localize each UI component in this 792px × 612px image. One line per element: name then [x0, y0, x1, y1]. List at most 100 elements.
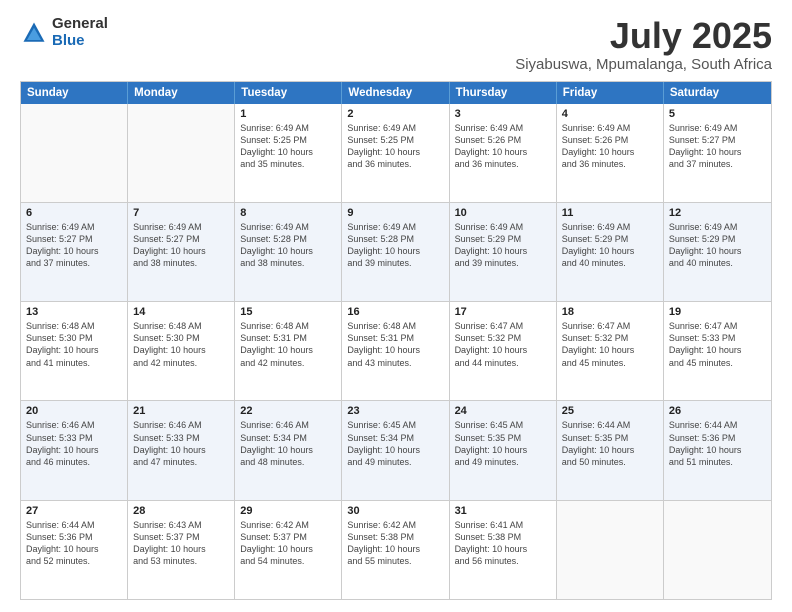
main-title: July 2025: [515, 16, 772, 56]
calendar-cell: 12Sunrise: 6:49 AM Sunset: 5:29 PM Dayli…: [664, 203, 771, 301]
subtitle: Siyabuswa, Mpumalanga, South Africa: [515, 56, 772, 73]
header-day-monday: Monday: [128, 82, 235, 104]
calendar-cell: 9Sunrise: 6:49 AM Sunset: 5:28 PM Daylig…: [342, 203, 449, 301]
day-number: 2: [347, 108, 443, 120]
calendar-cell: 22 Sunrise: 6:46 AM Sunset: 5:34 PM Dayli…: [235, 401, 342, 499]
title-block: July 2025 Siyabuswa, Mpumalanga, South A…: [515, 16, 772, 73]
cell-info: Sunrise: 6:47 AM Sunset: 5:33 PM Dayligh…: [669, 320, 766, 369]
calendar-cell: 16Sunrise: 6:48 AM Sunset: 5:31 PM Dayli…: [342, 302, 449, 400]
cell-info: Sunrise: 6:45 AM Sunset: 5:34 PM Dayligh…: [347, 419, 443, 468]
cell-info: Sunrise: 6:48 AM Sunset: 5:31 PM Dayligh…: [240, 320, 336, 369]
day-number: 25: [562, 405, 658, 417]
cell-info: Sunrise: 6:49 AM Sunset: 5:27 PM Dayligh…: [26, 221, 122, 270]
header-day-sunday: Sunday: [21, 82, 128, 104]
cell-info: Sunrise: 6:44 AM Sunset: 5:36 PM Dayligh…: [669, 419, 766, 468]
calendar-cell: 19 Sunrise: 6:47 AM Sunset: 5:33 PM Dayli…: [664, 302, 771, 400]
day-number: 13: [26, 306, 122, 318]
page: General Blue July 2025 Siyabuswa, Mpumal…: [0, 0, 792, 612]
cell-info: Sunrise: 6:49 AM Sunset: 5:28 PM Dayligh…: [347, 221, 443, 270]
day-number: 22: [240, 405, 336, 417]
calendar-cell: 8 Sunrise: 6:49 AM Sunset: 5:28 PM Daylig…: [235, 203, 342, 301]
day-number: 8: [240, 207, 336, 219]
logo-general: General: [52, 16, 108, 33]
cell-info: Sunrise: 6:47 AM Sunset: 5:32 PM Dayligh…: [455, 320, 551, 369]
cell-info: Sunrise: 6:41 AM Sunset: 5:38 PM Dayligh…: [455, 519, 551, 568]
cell-info: Sunrise: 6:49 AM Sunset: 5:25 PM Dayligh…: [347, 122, 443, 171]
cell-info: Sunrise: 6:46 AM Sunset: 5:33 PM Dayligh…: [26, 419, 122, 468]
cell-info: Sunrise: 6:49 AM Sunset: 5:29 PM Dayligh…: [455, 221, 551, 270]
cell-info: Sunrise: 6:48 AM Sunset: 5:31 PM Dayligh…: [347, 320, 443, 369]
cell-info: Sunrise: 6:49 AM Sunset: 5:29 PM Dayligh…: [562, 221, 658, 270]
cell-info: Sunrise: 6:49 AM Sunset: 5:28 PM Dayligh…: [240, 221, 336, 270]
calendar-row-1: 1 Sunrise: 6:49 AM Sunset: 5:25 PM Daylig…: [21, 104, 771, 202]
day-number: 18: [562, 306, 658, 318]
calendar-cell: 18 Sunrise: 6:47 AM Sunset: 5:32 PM Dayli…: [557, 302, 664, 400]
day-number: 3: [455, 108, 551, 120]
calendar-cell: 25 Sunrise: 6:44 AM Sunset: 5:35 PM Dayli…: [557, 401, 664, 499]
calendar-cell: 21 Sunrise: 6:46 AM Sunset: 5:33 PM Dayli…: [128, 401, 235, 499]
day-number: 15: [240, 306, 336, 318]
calendar-row-3: 13 Sunrise: 6:48 AM Sunset: 5:30 PM Dayli…: [21, 301, 771, 400]
day-number: 23: [347, 405, 443, 417]
day-number: 17: [455, 306, 551, 318]
calendar-cell: 23 Sunrise: 6:45 AM Sunset: 5:34 PM Dayli…: [342, 401, 449, 499]
calendar-cell: [664, 501, 771, 599]
calendar: SundayMondayTuesdayWednesdayThursdayFrid…: [20, 81, 772, 600]
header-day-friday: Friday: [557, 82, 664, 104]
calendar-cell: 11 Sunrise: 6:49 AM Sunset: 5:29 PM Dayli…: [557, 203, 664, 301]
calendar-cell: [557, 501, 664, 599]
day-number: 20: [26, 405, 122, 417]
cell-info: Sunrise: 6:49 AM Sunset: 5:25 PM Dayligh…: [240, 122, 336, 171]
logo: General Blue: [20, 16, 108, 49]
calendar-cell: 3 Sunrise: 6:49 AM Sunset: 5:26 PM Daylig…: [450, 104, 557, 202]
cell-info: Sunrise: 6:48 AM Sunset: 5:30 PM Dayligh…: [133, 320, 229, 369]
day-number: 27: [26, 505, 122, 517]
calendar-cell: 15 Sunrise: 6:48 AM Sunset: 5:31 PM Dayli…: [235, 302, 342, 400]
calendar-cell: [128, 104, 235, 202]
day-number: 7: [133, 207, 229, 219]
day-number: 4: [562, 108, 658, 120]
calendar-cell: 14 Sunrise: 6:48 AM Sunset: 5:30 PM Dayli…: [128, 302, 235, 400]
calendar-row-5: 27Sunrise: 6:44 AM Sunset: 5:36 PM Dayli…: [21, 500, 771, 599]
cell-info: Sunrise: 6:46 AM Sunset: 5:34 PM Dayligh…: [240, 419, 336, 468]
calendar-cell: 27Sunrise: 6:44 AM Sunset: 5:36 PM Dayli…: [21, 501, 128, 599]
calendar-cell: 5Sunrise: 6:49 AM Sunset: 5:27 PM Daylig…: [664, 104, 771, 202]
day-number: 31: [455, 505, 551, 517]
calendar-cell: 2 Sunrise: 6:49 AM Sunset: 5:25 PM Daylig…: [342, 104, 449, 202]
cell-info: Sunrise: 6:43 AM Sunset: 5:37 PM Dayligh…: [133, 519, 229, 568]
calendar-cell: 20 Sunrise: 6:46 AM Sunset: 5:33 PM Dayli…: [21, 401, 128, 499]
day-number: 28: [133, 505, 229, 517]
cell-info: Sunrise: 6:48 AM Sunset: 5:30 PM Dayligh…: [26, 320, 122, 369]
day-number: 19: [669, 306, 766, 318]
day-number: 21: [133, 405, 229, 417]
calendar-row-4: 20 Sunrise: 6:46 AM Sunset: 5:33 PM Dayli…: [21, 400, 771, 499]
cell-info: Sunrise: 6:42 AM Sunset: 5:38 PM Dayligh…: [347, 519, 443, 568]
day-number: 26: [669, 405, 766, 417]
cell-info: Sunrise: 6:46 AM Sunset: 5:33 PM Dayligh…: [133, 419, 229, 468]
logo-blue: Blue: [52, 33, 108, 50]
header-day-tuesday: Tuesday: [235, 82, 342, 104]
cell-info: Sunrise: 6:49 AM Sunset: 5:26 PM Dayligh…: [455, 122, 551, 171]
logo-icon: [20, 19, 48, 47]
cell-info: Sunrise: 6:42 AM Sunset: 5:37 PM Dayligh…: [240, 519, 336, 568]
cell-info: Sunrise: 6:44 AM Sunset: 5:35 PM Dayligh…: [562, 419, 658, 468]
calendar-header: SundayMondayTuesdayWednesdayThursdayFrid…: [21, 82, 771, 104]
header-day-wednesday: Wednesday: [342, 82, 449, 104]
header: General Blue July 2025 Siyabuswa, Mpumal…: [20, 16, 772, 73]
header-day-thursday: Thursday: [450, 82, 557, 104]
day-number: 6: [26, 207, 122, 219]
day-number: 1: [240, 108, 336, 120]
day-number: 30: [347, 505, 443, 517]
calendar-cell: 7 Sunrise: 6:49 AM Sunset: 5:27 PM Daylig…: [128, 203, 235, 301]
day-number: 10: [455, 207, 551, 219]
day-number: 11: [562, 207, 658, 219]
calendar-cell: 31 Sunrise: 6:41 AM Sunset: 5:38 PM Dayli…: [450, 501, 557, 599]
calendar-cell: [21, 104, 128, 202]
calendar-cell: 17 Sunrise: 6:47 AM Sunset: 5:32 PM Dayli…: [450, 302, 557, 400]
cell-info: Sunrise: 6:49 AM Sunset: 5:27 PM Dayligh…: [133, 221, 229, 270]
cell-info: Sunrise: 6:49 AM Sunset: 5:26 PM Dayligh…: [562, 122, 658, 171]
calendar-cell: 13 Sunrise: 6:48 AM Sunset: 5:30 PM Dayli…: [21, 302, 128, 400]
cell-info: Sunrise: 6:47 AM Sunset: 5:32 PM Dayligh…: [562, 320, 658, 369]
day-number: 14: [133, 306, 229, 318]
calendar-row-2: 6 Sunrise: 6:49 AM Sunset: 5:27 PM Daylig…: [21, 202, 771, 301]
